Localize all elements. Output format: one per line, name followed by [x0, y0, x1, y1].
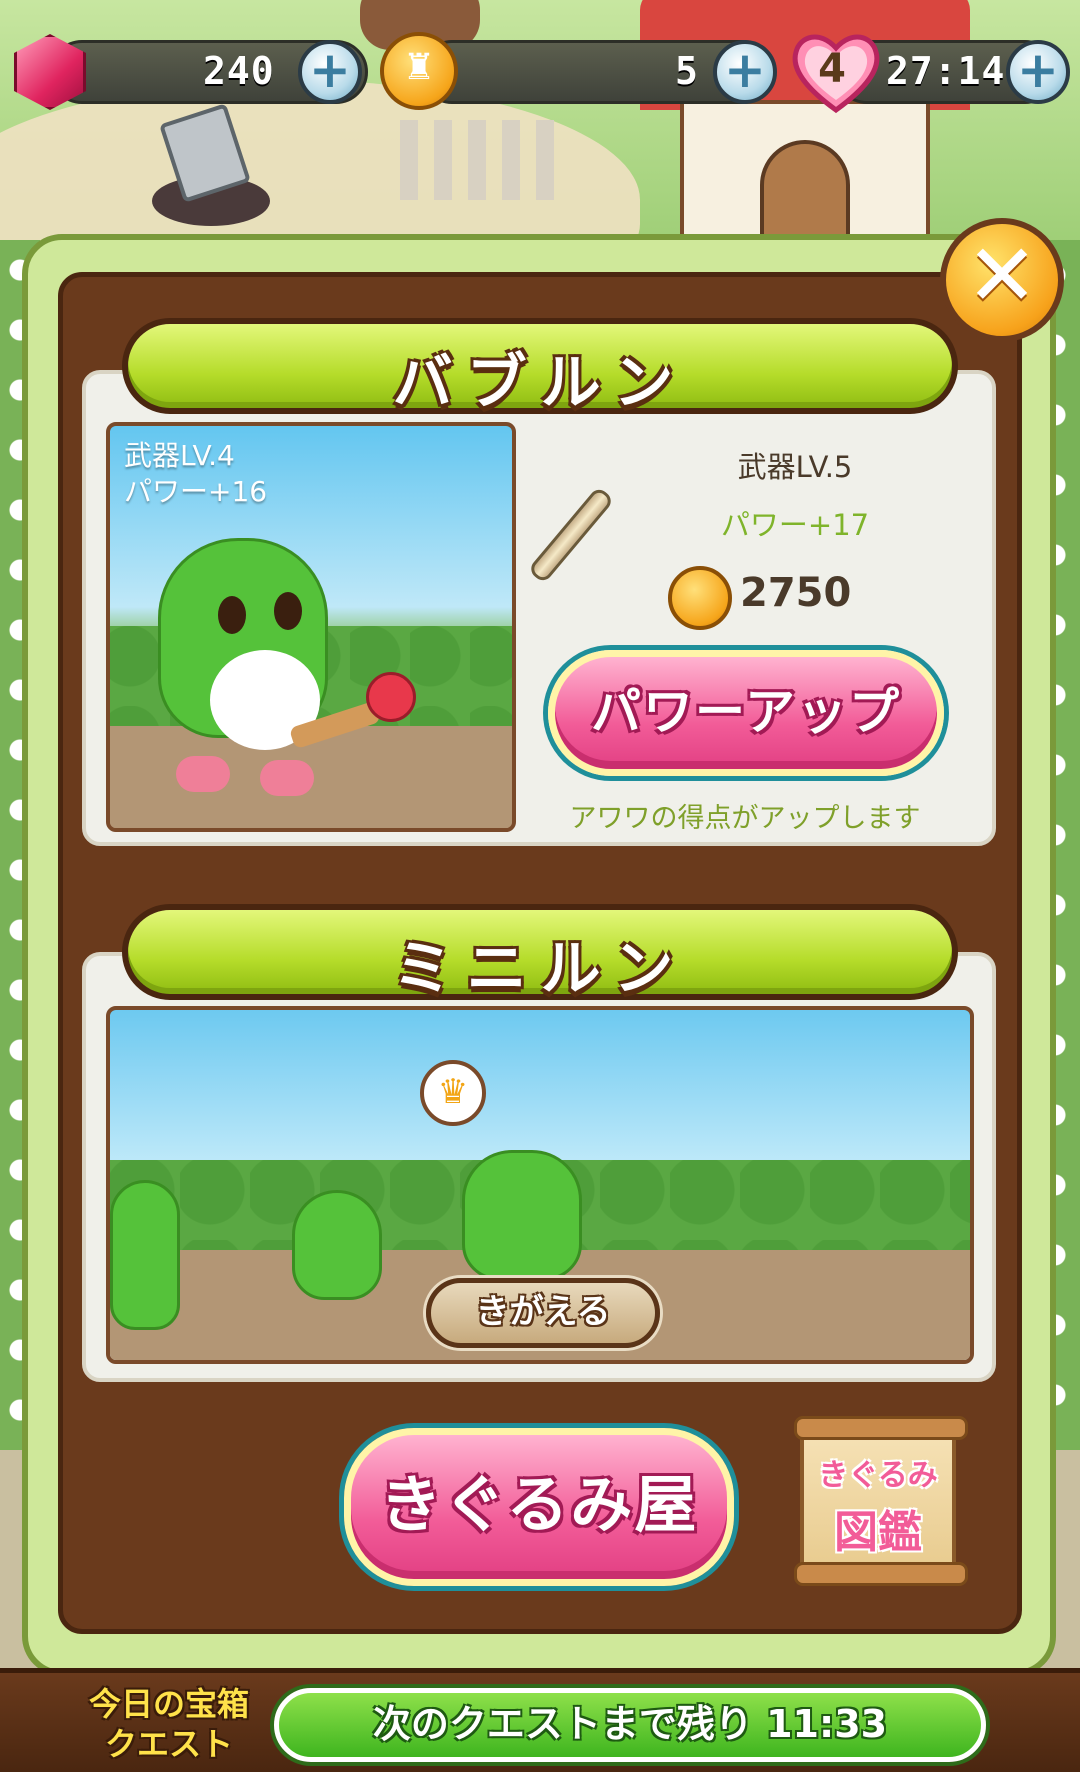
fence	[400, 120, 560, 200]
current-power: パワー+16	[124, 475, 268, 508]
next-power: パワー+17	[720, 508, 870, 542]
add-hearts-button[interactable]: +	[1006, 40, 1070, 104]
kendama-ball	[366, 672, 416, 722]
bubblun-eye-left	[218, 596, 246, 634]
add-gems-button[interactable]: +	[298, 40, 362, 104]
change-costume-button[interactable]: きがえる	[426, 1278, 660, 1348]
next-quest-timer: 次のクエストまで残り 11:33	[274, 1688, 986, 1762]
bubblun-card: 武器LV.4 パワー+16	[106, 422, 516, 832]
add-coins-button[interactable]: +	[713, 40, 777, 104]
current-weapon-level: 武器LV.4	[124, 439, 235, 472]
bubblun-foot-left	[176, 756, 230, 792]
gem-count: 240	[203, 49, 275, 93]
maid-minirun-character[interactable]	[462, 1150, 582, 1280]
crown-icon: ♛	[420, 1060, 486, 1126]
power-up-description: アワワの得点がアップします	[569, 803, 921, 834]
cost-coin-icon	[668, 566, 732, 630]
coin-count: 5	[675, 49, 699, 93]
next-weapon-level: 武器LV.5	[737, 450, 853, 484]
minirun-partial-character	[110, 1180, 180, 1330]
close-button[interactable]: ✕	[940, 218, 1064, 342]
power-up-button[interactable]: パワーアップ	[548, 650, 944, 776]
bubblun-foot-right	[260, 760, 314, 796]
coin-icon: ♜	[380, 32, 458, 110]
quest-label-line1: 今日の宝箱	[88, 1685, 249, 1723]
minirun-title: ミニルン	[392, 934, 688, 1004]
daily-treasure-quest-label[interactable]: 今日の宝箱 クエスト	[74, 1684, 264, 1764]
quest-label-line2: クエスト	[104, 1725, 233, 1763]
kigurumi-book-label-1: きぐるみ	[818, 1458, 938, 1493]
house-door	[760, 140, 850, 240]
heart-timer: 27:14	[886, 49, 1006, 93]
minirun-character	[292, 1190, 382, 1300]
kigurumi-book-label-2: 図鑑	[834, 1507, 922, 1558]
powerup-cost: 2750	[740, 570, 852, 616]
heart-count: 4	[818, 46, 846, 92]
kigurumi-shop-button[interactable]: きぐるみ屋	[344, 1428, 734, 1586]
kigurumi-book-button[interactable]: きぐるみ 図鑑	[794, 1416, 968, 1586]
bubblun-title: バブルン	[392, 348, 688, 418]
bubblun-title-ribbon: バブルン	[122, 318, 958, 418]
bubblun-eye-right	[274, 592, 302, 630]
minirun-title-ribbon: ミニルン	[122, 904, 958, 1004]
